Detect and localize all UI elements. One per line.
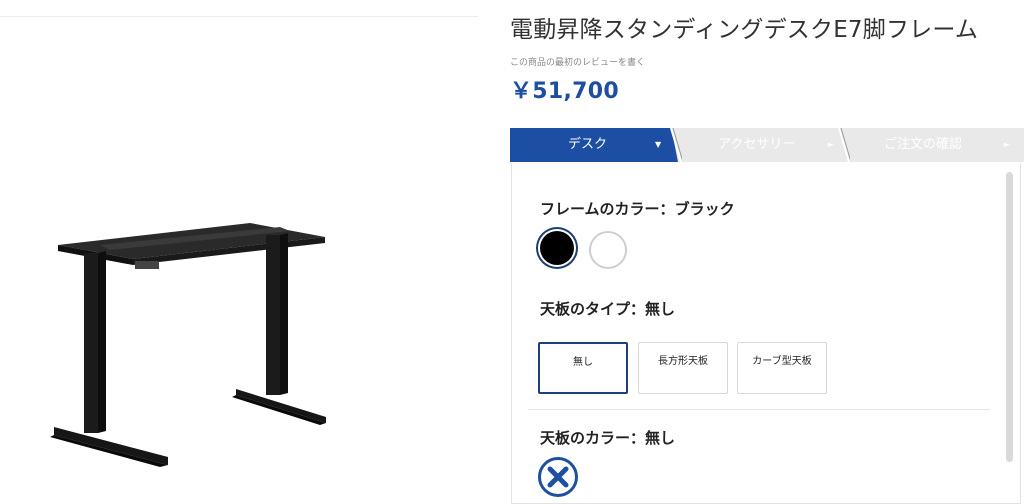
frame-color-label: フレームのカラー： — [540, 200, 675, 218]
product-title: 電動昇降スタンディングデスクE7脚フレーム — [510, 17, 979, 43]
chevron-right-icon: ► — [828, 140, 835, 149]
top-color-heading: 天板のカラー：無し — [540, 427, 675, 448]
close-icon — [547, 466, 569, 488]
step-tab-accessory-label: アクセサリー — [718, 137, 796, 152]
top-type-curve-label: カーブ型天板 — [752, 356, 812, 367]
chevron-right-icon: ► — [1004, 140, 1011, 149]
step-tab-desk-label: デスク — [568, 137, 608, 152]
top-color-label: 天板のカラー： — [540, 429, 646, 447]
top-type-curve-button[interactable]: カーブ型天板 — [737, 342, 827, 394]
chevron-down-icon: ▼ — [655, 140, 662, 149]
step-separator — [838, 128, 850, 162]
top-type-none-button[interactable]: 無し — [538, 342, 628, 394]
top-type-rectangle-label: 長方形天板 — [658, 356, 708, 367]
top-color-value: 無し — [645, 429, 676, 447]
swatch-black[interactable] — [540, 231, 574, 265]
product-image[interactable] — [40, 195, 340, 475]
step-tabs: デスク ▼ アクセサリー ► ご注文の確認 ► — [510, 128, 1024, 162]
top-type-none-label: 無し — [573, 357, 593, 368]
step-tab-order-confirm-label: ご注文の確認 — [884, 137, 963, 152]
swatch-white[interactable] — [589, 231, 627, 269]
frame-color-heading: フレームのカラー：ブラック — [540, 198, 735, 219]
product-price: ￥51,700 — [510, 79, 619, 104]
write-review-link[interactable]: この商品の最初のレビューを書く — [510, 55, 645, 68]
product-image-pane — [0, 0, 478, 494]
step-separator — [670, 128, 682, 162]
top-type-heading: 天板のタイプ：無し — [540, 298, 675, 319]
frame-color-value: ブラック — [674, 200, 735, 218]
divider — [0, 16, 478, 17]
top-type-value: 無し — [645, 300, 676, 318]
scrollbar[interactable] — [1006, 172, 1013, 462]
step-tab-accessory[interactable]: アクセサリー ► — [688, 128, 843, 162]
top-type-rectangle-button[interactable]: 長方形天板 — [638, 342, 728, 394]
divider — [528, 409, 990, 410]
swatch-none[interactable] — [538, 457, 578, 497]
step-tab-order-confirm[interactable]: ご注文の確認 ► — [854, 128, 1024, 162]
top-type-label: 天板のタイプ： — [540, 300, 646, 318]
